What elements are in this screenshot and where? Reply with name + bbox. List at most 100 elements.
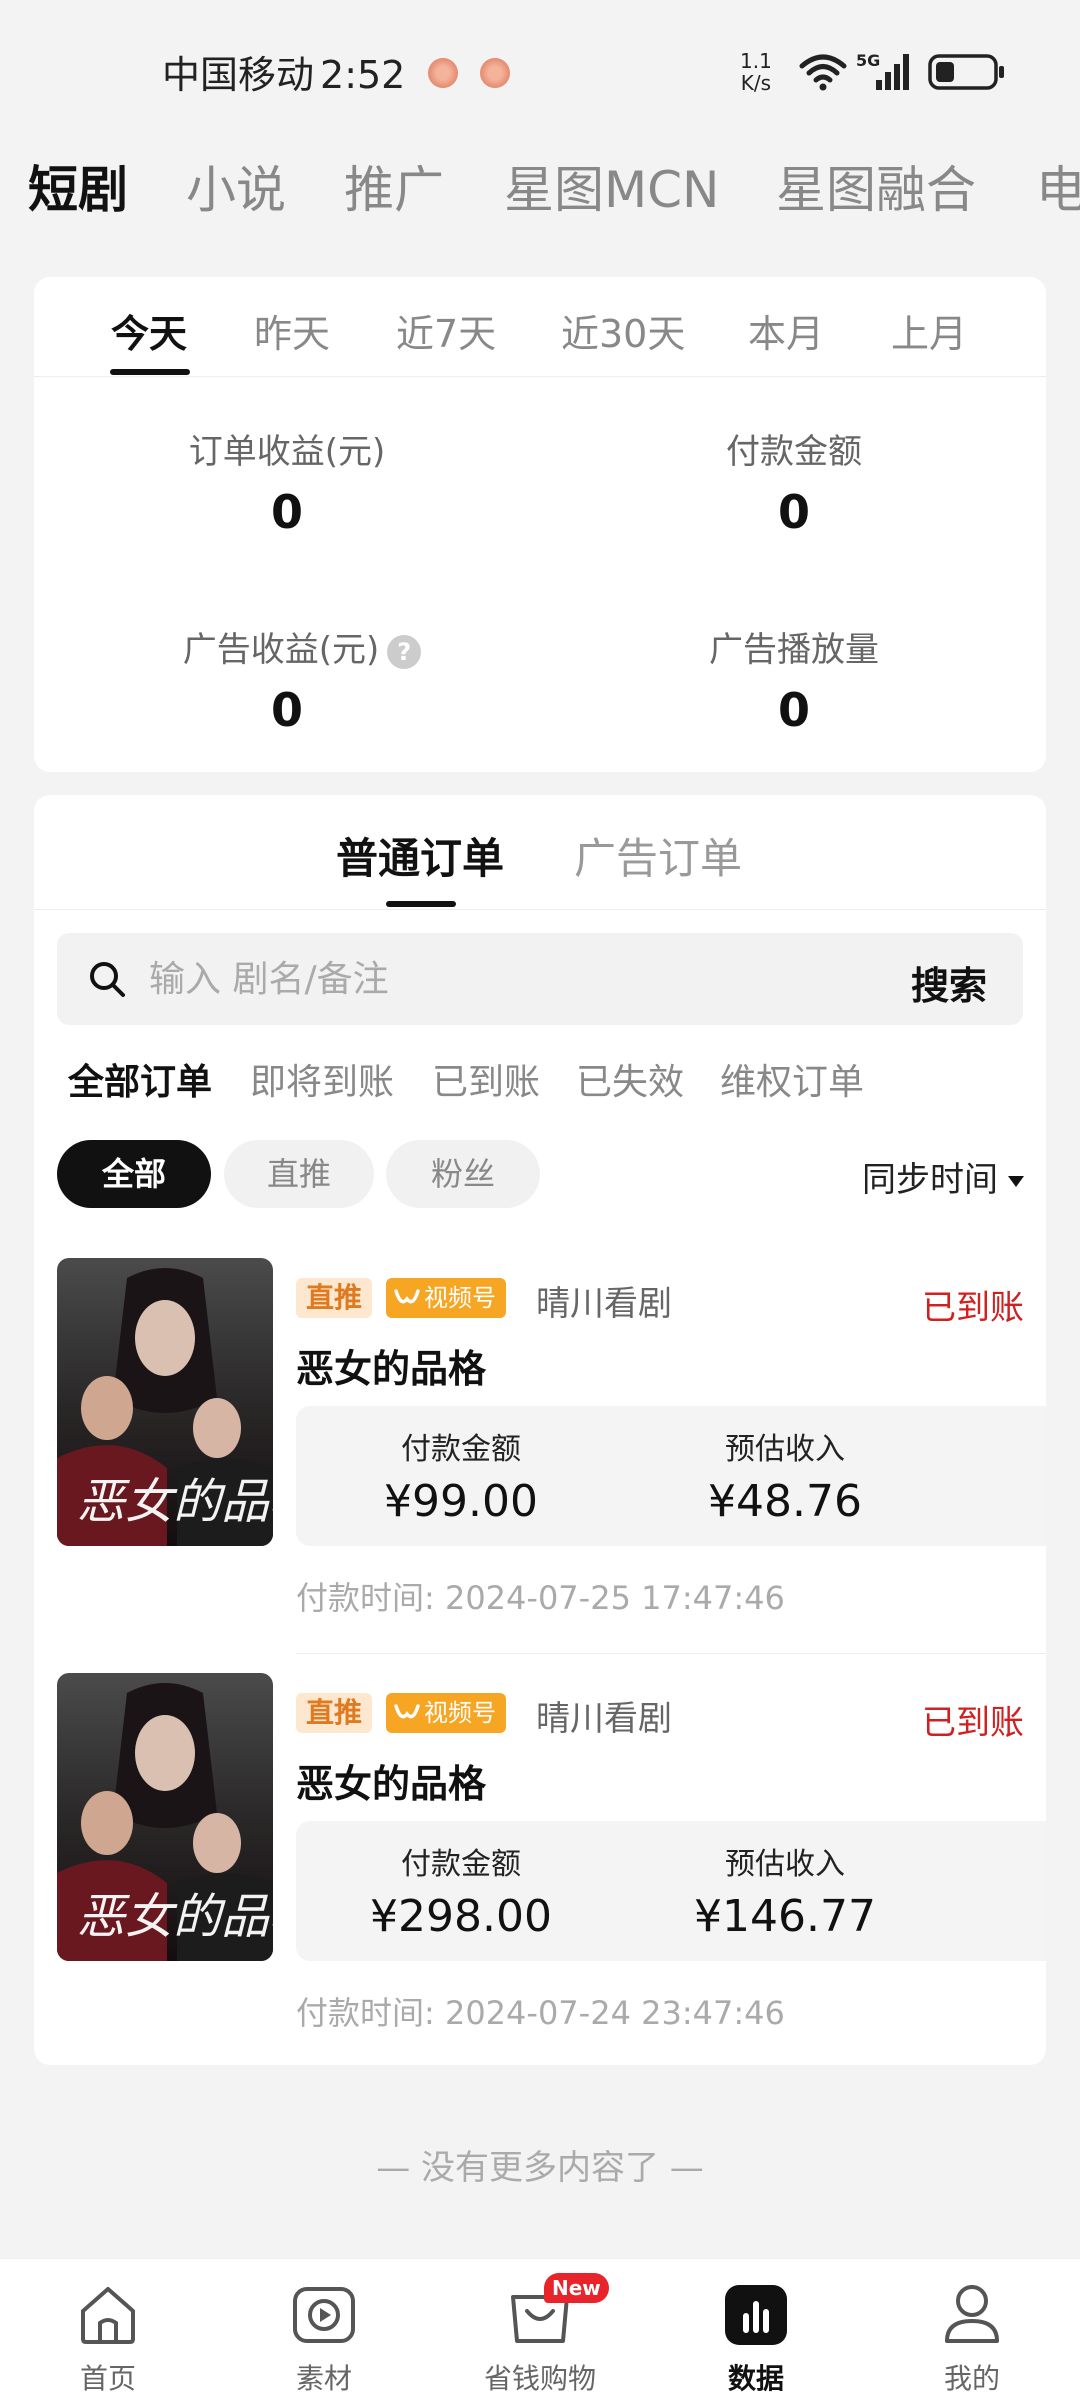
nav-data[interactable]: 数据 [648,2259,864,2400]
help-icon[interactable]: ? [387,634,422,669]
tab-short-drama[interactable]: 短剧 [28,150,128,222]
estimated-income-label: 预估收入 [725,1847,845,1882]
period-tab-7days[interactable]: 近7天 [396,303,496,358]
stat-value: 0 [777,683,810,737]
filter-arrived[interactable]: 已到账 [432,1053,540,1105]
period-tab-30days[interactable]: 近30天 [561,303,685,358]
tag-direct: 直推 [296,1693,373,1733]
tab-xingtu-mcn[interactable]: 星图MCN [504,150,719,222]
order-status: 已到账 [922,1288,1024,1328]
stat-pay-amount: 付款金额 0 [594,424,994,539]
nav-shopping[interactable]: New 省钱购物 [432,2259,648,2400]
tab-promotion[interactable]: 推广 [344,150,444,222]
pay-amount: 付款金额 ¥298.00 [296,1839,626,1942]
notification-emblem-icon [480,58,510,88]
nav-label: 省钱购物 [483,2362,596,2395]
clock-time: 2:52 [320,53,406,97]
period-tab-last-month[interactable]: 上月 [891,303,967,358]
caret-down-icon [1008,1176,1024,1187]
nav-mine[interactable]: 我的 [864,2259,1080,2400]
divider [296,1653,1046,1654]
stat-label: 付款金额 [726,432,862,472]
active-tab-indicator [386,901,456,907]
estimated-income-label: 预估收入 [725,1432,845,1467]
notification-emblem-icon [428,58,458,88]
tab-novel[interactable]: 小说 [186,150,286,222]
home-icon [81,2287,135,2344]
filter-expired[interactable]: 已失效 [576,1053,684,1105]
drama-title: 恶女的品格 [296,1347,487,1391]
period-tab-this-month[interactable]: 本月 [748,303,824,358]
period-tab-yesterday[interactable]: 昨天 [254,303,330,358]
wifi-icon [799,54,847,91]
platform-name: 视频号 [424,1699,496,1727]
channels-logo-icon [394,1289,420,1304]
tag-direct: 直推 [296,1278,373,1318]
amount-box: 付款金额 ¥298.00 预估收入 ¥146.77 [296,1821,1046,1961]
carrier-name: 中国移动 [162,53,315,97]
cellular-signal-icon: 5G [856,51,909,90]
tab-normal-orders[interactable]: 普通订单 [336,825,504,886]
channel-name: 晴川看剧 [536,1699,672,1739]
order-item[interactable]: 恶女的品格 直推 视频号 晴川看剧 已到账 恶女的品格 付款金额 ¥99.00 … [34,1258,1046,1658]
svg-text:5G: 5G [856,51,880,70]
tab-ad-orders[interactable]: 广告订单 [574,825,742,886]
chip-all[interactable]: 全部 [57,1140,211,1208]
orders-card: 普通订单 广告订单 搜索 全部订单 即将到账 已到账 已失效 维权订单 全部 直… [34,795,1046,2065]
svg-text:恶女的品格: 恶女的品格 [77,1474,273,1530]
order-item[interactable]: 恶女的品格 直推 视频号 晴川看剧 已到账 恶女的品格 付款金额 ¥298.00… [34,1673,1046,2073]
chip-fans[interactable]: 粉丝 [386,1140,540,1208]
tag-channels: 视频号 [386,1693,506,1733]
estimated-income-value: ¥146.77 [694,1891,876,1942]
tag-channels: 视频号 [386,1278,506,1318]
stat-ad-plays: 广告播放量 0 [594,622,994,737]
status-bar: 中国移动 2:52 1.1 K/s 5G [0,0,1080,140]
sort-by-sync-time[interactable]: 同步时间 [862,1152,1024,1201]
nav-label: 我的 [943,2362,1000,2395]
stat-value: 0 [777,485,810,539]
order-status: 已到账 [922,1703,1024,1743]
pay-amount: 付款金额 ¥99.00 [296,1424,626,1527]
amount-box: 付款金额 ¥99.00 预估收入 ¥48.76 [296,1406,1046,1546]
svg-text:恶女的品格: 恶女的品格 [77,1889,273,1945]
stat-label: 广告播放量 [709,630,879,670]
filter-rights-orders[interactable]: 维权订单 [720,1053,864,1105]
period-tab-today[interactable]: 今天 [111,303,187,358]
stats-card: 今天 昨天 近7天 近30天 本月 上月 订单收益(元) 0 付款金额 0 广告… [34,277,1046,772]
filter-pending[interactable]: 即将到账 [250,1053,394,1105]
search-icon [90,962,125,997]
filter-all-orders[interactable]: 全部订单 [68,1053,212,1105]
search-button[interactable]: 搜索 [911,955,987,1010]
stat-label: 订单收益(元) [188,432,386,472]
end-of-list-text: — 没有更多内容了 — [376,2148,704,2188]
pay-time: 付款时间: 2024-07-24 23:47:46 [296,1994,785,2032]
pay-amount-label: 付款金额 [401,1432,521,1467]
tab-more-partial[interactable]: 电 [1036,150,1080,222]
stat-order-income: 订单收益(元) 0 [87,424,487,539]
nav-home[interactable]: 首页 [0,2259,216,2400]
drama-poster-image: 恶女的品格 [57,1258,273,1546]
pay-amount-label: 付款金额 [401,1847,521,1882]
tab-xingtu-fusion[interactable]: 星图融合 [776,150,976,222]
pay-amount-value: ¥298.00 [370,1891,552,1942]
bottom-nav: 首页 素材 New 省钱购物 数据 我的 [0,2258,1080,2400]
carrier-and-time: 中国移动 2:52 [162,44,405,99]
drama-poster[interactable]: 恶女的品格 [57,1673,273,1961]
net-speed-unit: K/s [740,71,772,95]
top-category-tabs: 短剧 小说 推广 星图MCN 星图融合 电 [0,150,1080,230]
platform-name: 视频号 [424,1284,496,1312]
drama-poster-image: 恶女的品格 [57,1673,273,1961]
stat-ad-income: 广告收益(元)? 0 [102,622,502,737]
bar-chart-icon [725,2285,787,2345]
stat-value: 0 [270,485,303,539]
nav-materials[interactable]: 素材 [216,2259,432,2400]
new-badge: New [544,2273,609,2303]
period-tabs: 今天 昨天 近7天 近30天 本月 上月 [34,277,1046,377]
channel-name: 晴川看剧 [536,1284,672,1324]
search-input[interactable] [149,953,829,1005]
chip-direct[interactable]: 直推 [224,1140,374,1208]
drama-poster[interactable]: 恶女的品格 [57,1258,273,1546]
active-tab-indicator [110,369,190,375]
nav-label: 首页 [79,2362,136,2395]
play-icon [293,2287,355,2343]
